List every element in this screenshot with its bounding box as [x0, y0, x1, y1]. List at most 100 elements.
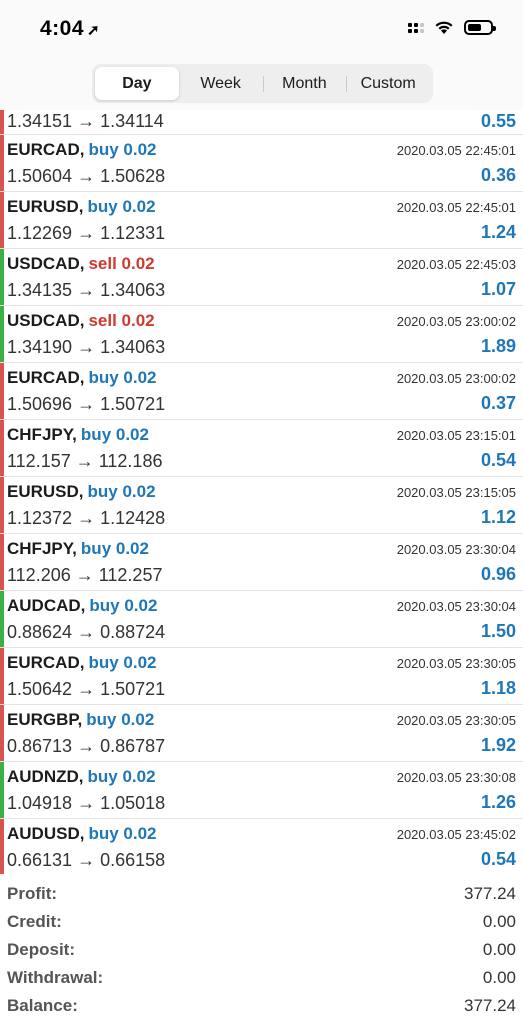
trade-title: EURUSD, buy 0.02	[7, 482, 156, 502]
trade-title: EURCAD, buy 0.02	[7, 140, 157, 160]
summary-value: 377.24	[464, 884, 516, 903]
trade-profit: 0.54	[480, 450, 516, 470]
trade-side-indicator	[0, 477, 4, 533]
trade-symbol: AUDNZD,	[7, 767, 84, 786]
summary-row-credit: Credit: 0.00	[0, 908, 523, 936]
trade-row[interactable]: EURCAD, buy 0.02 2020.03.05 23:00:02 1.5069…	[0, 363, 523, 420]
trade-title: EURGBP, buy 0.02	[7, 710, 154, 730]
trade-side: buy 0.02	[87, 767, 156, 786]
trade-symbol: USDCAD,	[7, 311, 85, 330]
trade-row[interactable]: AUDNZD, buy 0.02 2020.03.05 23:30:08 1.0491…	[0, 762, 523, 819]
trade-profit: 1.92	[480, 735, 516, 755]
trade-side-indicator	[0, 705, 4, 761]
trade-prices: 0.66131 → 0.66158	[7, 850, 166, 870]
trade-symbol: EURCAD,	[7, 653, 85, 672]
trade-side: buy 0.02	[87, 197, 156, 216]
trade-title: EURUSD, buy 0.02	[7, 197, 156, 217]
trade-side: sell 0.02	[88, 311, 155, 330]
trade-side-indicator	[0, 249, 4, 305]
trade-row[interactable]: CHFJPY, buy 0.02 2020.03.05 23:30:04 112.20…	[0, 534, 523, 591]
trade-time: 2020.03.05 23:30:05	[396, 656, 516, 671]
trade-title: USDCAD, sell 0.02	[7, 311, 155, 331]
trade-prices: 1.50604 → 1.50628	[7, 166, 166, 186]
summary-label: Deposit:	[7, 940, 75, 959]
tab-month[interactable]: Month	[262, 67, 347, 100]
trade-symbol: AUDCAD,	[7, 596, 86, 615]
trade-row[interactable]: EURCAD, buy 0.02 2020.03.05 22:45:01 1.5060…	[0, 135, 523, 192]
trade-row[interactable]: EURUSD, buy 0.02 2020.03.05 23:15:05 1.1237…	[0, 477, 523, 534]
trade-time: 2020.03.05 23:30:08	[396, 770, 516, 785]
trade-row[interactable]: CHFJPY, buy 0.02 2020.03.05 23:15:01 112.15…	[0, 420, 523, 477]
trade-symbol: CHFJPY,	[7, 539, 77, 558]
summary-label: Balance:	[7, 996, 78, 1015]
trade-prices: 1.50696 → 1.50721	[7, 394, 166, 414]
trade-symbol: EURGBP,	[7, 710, 83, 729]
trade-side-indicator	[0, 762, 4, 818]
trade-prices: 1.34135 → 1.34063	[7, 280, 166, 300]
trade-title: CHFJPY, buy 0.02	[7, 425, 149, 445]
summary-label: Credit:	[7, 912, 62, 931]
trade-profit: 1.12	[480, 507, 516, 527]
trade-time: 2020.03.05 23:45:02	[396, 827, 516, 842]
tab-day[interactable]: Day	[95, 67, 179, 100]
trade-side-indicator	[0, 648, 4, 704]
trade-row[interactable]: EURUSD, buy 0.02 2020.03.05 22:45:01 1.1226…	[0, 192, 523, 249]
account-summary: Profit: 377.24 Credit: 0.00 Deposit: 0.00 With…	[0, 880, 523, 1020]
trade-side: buy 0.02	[80, 425, 149, 444]
summary-row-profit: Profit: 377.24	[0, 880, 523, 908]
clock-time: 4:04	[40, 17, 85, 40]
trade-prices: 112.157 → 112.186	[7, 451, 163, 471]
tab-custom[interactable]: Custom	[346, 67, 430, 100]
trade-time: 2020.03.05 23:30:04	[396, 542, 516, 557]
summary-label: Withdrawal:	[7, 968, 104, 987]
status-bar: 4:04 ➚	[0, 0, 523, 60]
trade-side-indicator	[0, 192, 4, 248]
summary-row-deposit: Deposit: 0.00	[0, 936, 523, 964]
trade-symbol: USDCAD,	[7, 254, 85, 273]
trade-time: 2020.03.05 23:15:05	[396, 485, 516, 500]
trade-row[interactable]: AUDUSD, buy 0.02 2020.03.05 23:45:02 0.6613…	[0, 819, 523, 874]
trade-symbol: EURUSD,	[7, 482, 84, 501]
trade-row[interactable]: AUDCAD, buy 0.02 2020.03.05 23:30:04 0.8862…	[0, 591, 523, 648]
status-icons	[408, 20, 496, 35]
summary-value: 0.00	[482, 912, 516, 931]
summary-row-balance: Balance: 377.24	[0, 992, 523, 1020]
trade-symbol: EURCAD,	[7, 368, 85, 387]
trade-profit: 0.96	[480, 564, 516, 584]
trade-prices: 1.12269 → 1.12331	[7, 223, 166, 243]
trade-side-indicator	[0, 819, 4, 874]
trade-symbol: CHFJPY,	[7, 425, 77, 444]
location-arrow-icon: ➚	[87, 22, 101, 39]
trade-side: buy 0.02	[88, 824, 157, 843]
trade-title: EURCAD, buy 0.02	[7, 653, 157, 673]
trade-side: sell 0.02	[88, 254, 155, 273]
trade-side: buy 0.02	[80, 539, 149, 558]
trade-side-indicator	[0, 591, 4, 647]
summary-value: 0.00	[482, 940, 516, 959]
summary-row-withdrawal: Withdrawal: 0.00	[0, 964, 523, 992]
trade-prices: 1.12372 → 1.12428	[7, 508, 166, 528]
clock: 4:04 ➚	[40, 17, 100, 41]
trade-row[interactable]: EURGBP, buy 0.02 2020.03.05 23:30:05 0.8671…	[0, 705, 523, 762]
trade-title: AUDNZD, buy 0.02	[7, 767, 156, 787]
trade-profit: 1.89	[480, 336, 516, 356]
trade-profit: 1.24	[480, 222, 516, 242]
trade-profit: 0.37	[480, 393, 516, 413]
trade-side-indicator	[0, 534, 4, 590]
trade-profit: 0.36	[480, 165, 516, 185]
tab-week[interactable]: Week	[179, 67, 263, 100]
trade-row[interactable]: EURCAD, buy 0.02 2020.03.05 23:30:05 1.5064…	[0, 648, 523, 705]
trade-side-indicator	[0, 110, 4, 134]
trade-row[interactable]: USDCAD, sell 0.02 2020.03.05 22:45:03 1.341…	[0, 249, 523, 306]
trade-row-partial[interactable]: 1.34151 → 1.34114 0.55	[0, 110, 523, 135]
trade-title: CHFJPY, buy 0.02	[7, 539, 149, 559]
trade-profit: 0.55	[480, 111, 516, 131]
trade-row[interactable]: USDCAD, sell 0.02 2020.03.05 23:00:02 1.341…	[0, 306, 523, 363]
trade-prices: 112.206 → 112.257	[7, 565, 163, 585]
trade-profit: 1.07	[480, 279, 516, 299]
battery-icon	[464, 20, 496, 35]
summary-value: 0.00	[482, 968, 516, 987]
period-segmented-control: Day Week Month Custom	[92, 64, 433, 103]
trade-title: AUDUSD, buy 0.02	[7, 824, 157, 844]
trade-side-indicator	[0, 135, 4, 191]
